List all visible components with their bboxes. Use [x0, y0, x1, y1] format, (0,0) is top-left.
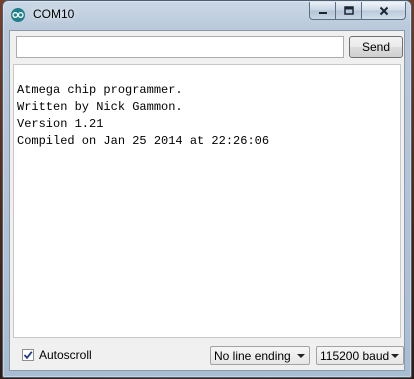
output-line: Written by Nick Gammon.	[17, 100, 183, 114]
output-line: Atmega chip programmer.	[17, 83, 183, 97]
autoscroll-label[interactable]: Autoscroll	[39, 348, 92, 362]
line-ending-select[interactable]: No line ending	[210, 346, 310, 365]
autoscroll-checkbox[interactable]	[22, 349, 34, 361]
chevron-down-icon	[391, 354, 399, 358]
checkmark-icon	[23, 351, 33, 360]
serial-monitor-body: Send Atmega chip programmer. Written by …	[9, 30, 405, 371]
arduino-logo-icon	[11, 8, 25, 22]
send-button[interactable]: Send	[349, 36, 403, 58]
serial-output[interactable]: Atmega chip programmer. Written by Nick …	[13, 64, 401, 338]
send-input[interactable]	[16, 36, 344, 58]
minimize-icon	[318, 11, 327, 14]
close-icon	[379, 6, 388, 15]
chevron-down-icon	[297, 354, 305, 358]
output-line: Compiled on Jan 25 2014 at 22:26:06	[17, 134, 270, 148]
serial-monitor-window: COM10 Send Atmega chip programmer. Writt…	[2, 0, 412, 378]
title-bar[interactable]: COM10	[3, 1, 411, 29]
window-title: COM10	[33, 7, 75, 21]
close-button[interactable]	[361, 2, 406, 20]
maximize-button[interactable]	[335, 2, 362, 20]
maximize-icon	[343, 5, 354, 15]
line-ending-value: No line ending	[214, 348, 291, 363]
baud-rate-select[interactable]: 115200 baud	[316, 346, 404, 365]
baud-rate-value: 115200 baud	[320, 348, 390, 363]
minimize-button[interactable]	[309, 2, 336, 20]
output-line: Version 1.21	[17, 117, 104, 131]
